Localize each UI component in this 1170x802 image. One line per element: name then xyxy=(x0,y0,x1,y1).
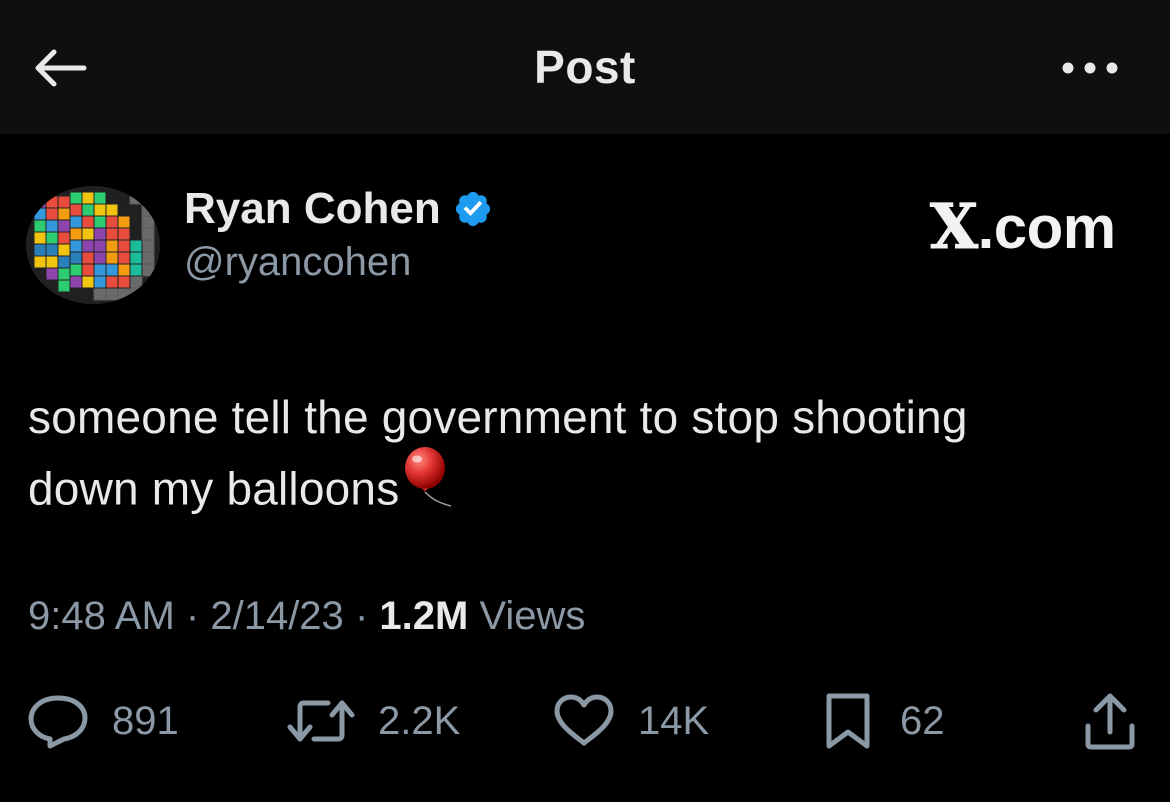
author-avatar[interactable] xyxy=(26,186,160,304)
balloon-icon xyxy=(401,446,453,527)
post-metadata: 9:48 AM · 2/14/23 · 1.2M Views xyxy=(28,594,585,639)
bookmark-button[interactable]: 62 xyxy=(818,690,945,752)
post-text: someone tell the government to stop shoo… xyxy=(28,382,1138,533)
post-text-line-2-text: down my balloons xyxy=(28,462,400,515)
heart-icon xyxy=(554,694,614,746)
watermark-suffix: .com xyxy=(977,194,1117,261)
reply-count: 891 xyxy=(112,698,179,743)
x-com-watermark: X.com xyxy=(930,190,1117,264)
repost-count: 2.2K xyxy=(378,698,461,743)
x-logo-letter: X xyxy=(930,190,979,264)
views-label: Views xyxy=(479,594,586,638)
post-text-line-2: down my balloons xyxy=(28,447,1138,533)
author-name-text: Ryan Cohen xyxy=(184,184,441,233)
meta-separator: · xyxy=(354,594,369,638)
repost-button[interactable]: 2.2K xyxy=(286,690,460,752)
more-options-button[interactable] xyxy=(1050,40,1130,96)
share-icon xyxy=(1085,693,1135,750)
tetris-avatar-image xyxy=(26,186,160,304)
top-navigation-bar: Post xyxy=(0,0,1170,134)
more-horizontal-icon xyxy=(1062,62,1118,74)
share-button[interactable] xyxy=(1078,690,1142,752)
reply-icon xyxy=(28,695,88,749)
views-count: 1.2M xyxy=(379,594,469,638)
bookmark-count: 62 xyxy=(900,698,945,743)
like-count: 14K xyxy=(638,698,710,743)
reply-button[interactable]: 891 xyxy=(26,690,179,752)
page-title: Post xyxy=(534,41,636,93)
post-text-line-1: someone tell the government to stop shoo… xyxy=(28,391,968,443)
author-display-name[interactable]: Ryan Cohen xyxy=(184,184,493,234)
bookmark-icon xyxy=(826,693,870,749)
post-date[interactable]: 2/14/23 xyxy=(210,594,343,638)
repost-icon xyxy=(287,700,355,742)
like-button[interactable]: 14K xyxy=(552,690,709,752)
post-time[interactable]: 9:48 AM xyxy=(28,594,175,638)
verified-badge-icon xyxy=(453,189,493,229)
author-handle[interactable]: @ryancohen xyxy=(184,240,411,285)
meta-separator: · xyxy=(185,594,200,638)
